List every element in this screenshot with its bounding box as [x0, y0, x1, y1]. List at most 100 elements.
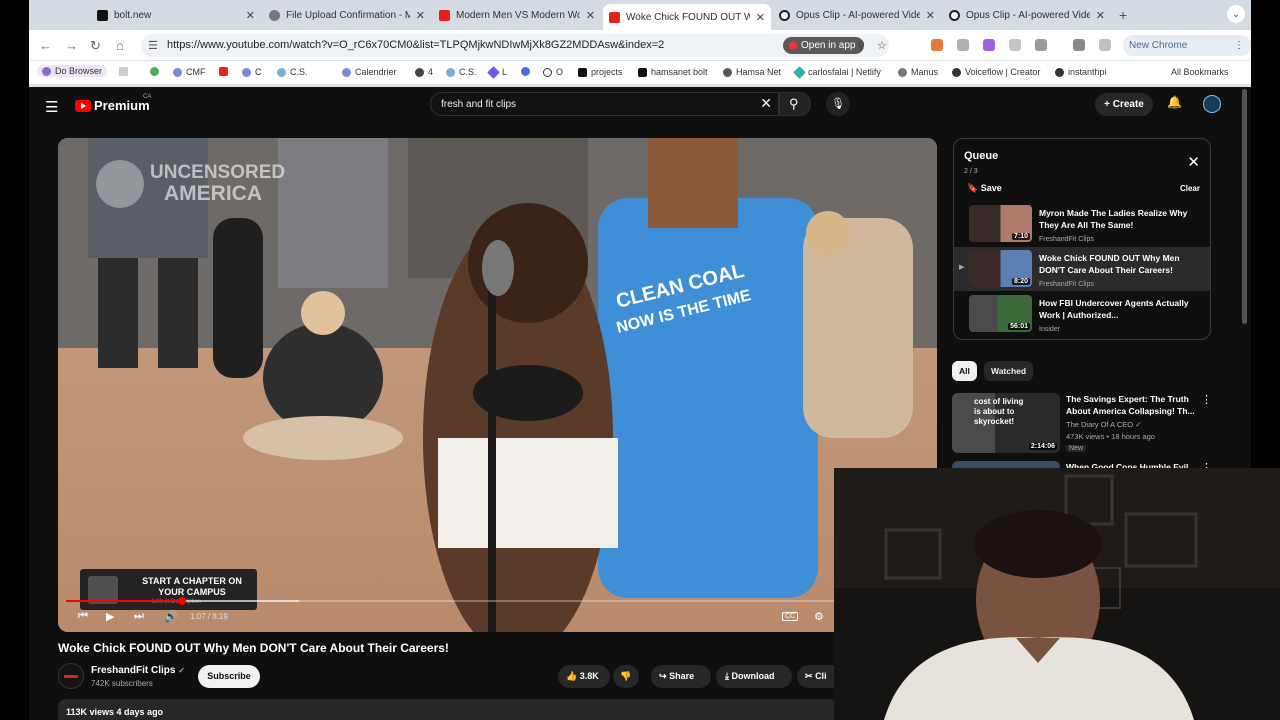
scrubber-handle[interactable]	[177, 597, 186, 605]
media-controls-icon[interactable]	[1073, 39, 1085, 51]
close-icon[interactable]: ✕	[756, 11, 765, 24]
tab-file-upload[interactable]: File Upload Confirmation - Ma ✕	[263, 4, 431, 26]
new-chrome-available-button[interactable]: New Chrome available⋮	[1123, 35, 1251, 72]
tab-opus-clip-1[interactable]: Opus Clip - AI-powered Video ✕	[773, 4, 941, 26]
page-scrollbar[interactable]	[1242, 89, 1247, 324]
bookmark-do-browser[interactable]: Do Browser	[37, 65, 108, 77]
like-button[interactable]: 👍 3.8K	[558, 665, 610, 688]
bookmark-cs-1[interactable]: C.S.	[277, 67, 308, 77]
bookmark-cmf[interactable]: CMF	[173, 67, 206, 77]
voice-search-icon[interactable]: 🎙	[826, 92, 850, 116]
search-button[interactable]: ⚲	[779, 92, 811, 116]
download-button[interactable]: ⤓ Download	[716, 665, 792, 688]
save-queue-button[interactable]: 🔖 Save	[967, 183, 1002, 194]
progress-bar[interactable]	[66, 597, 929, 605]
account-avatar[interactable]	[1203, 95, 1221, 113]
tab-title: Modern Men VS Modern Wom	[456, 9, 580, 21]
settings-gear-icon[interactable]: ⚙	[814, 610, 824, 623]
menu-dots-icon[interactable]: ⋮	[1234, 35, 1244, 56]
profile-icon[interactable]	[1099, 39, 1111, 51]
bookmark-hamsanet-bolt[interactable]: hamsanet bolt	[638, 67, 708, 77]
queue-item[interactable]: 56:01 How FBI Undercover Agents Actually…	[954, 292, 1210, 336]
home-icon[interactable]: ⌂	[116, 38, 124, 53]
zoom-icon[interactable]: ⚲	[857, 39, 865, 52]
youtube-premium-logo[interactable]: Premium CA	[75, 94, 151, 113]
video-player[interactable]: CLEAN COAL NOW IS THE TIME UNCENSORED AM…	[58, 138, 937, 632]
bookmark-grid[interactable]	[119, 67, 132, 76]
bookmark-cs-2[interactable]: C.S.	[446, 67, 477, 77]
chip-watched[interactable]: Watched	[984, 361, 1034, 381]
bookmark-voiceflow[interactable]: Voiceflow | Creator	[952, 67, 1040, 77]
bookmark-instanthpi[interactable]: instanthpi	[1055, 67, 1107, 77]
dislike-button[interactable]: 👎	[613, 665, 639, 688]
open-in-app-button[interactable]: Open in app	[783, 37, 864, 54]
tab-opus-clip-2[interactable]: Opus Clip - AI-powered Video ✕	[943, 4, 1111, 26]
extension-b-icon[interactable]	[983, 39, 995, 51]
close-icon[interactable]: ✕	[926, 9, 935, 22]
back-icon[interactable]: ←	[39, 38, 52, 53]
recommendation-item[interactable]: cost of living is about to skyrocket! 2:…	[952, 393, 1251, 457]
extension-shield-icon[interactable]	[1009, 39, 1021, 51]
share-button[interactable]: ↪ Share	[651, 665, 711, 688]
close-queue-icon[interactable]: ✕	[1187, 153, 1200, 171]
channel-name[interactable]: FreshandFit Clips ✓	[91, 665, 185, 676]
bookmark-label: projects	[591, 67, 623, 77]
queue-item[interactable]: 7:10 Myron Made The Ladies Realize Why T…	[954, 202, 1210, 246]
forward-icon[interactable]: →	[65, 38, 78, 53]
clear-search-icon[interactable]: ✕	[760, 95, 772, 112]
bystander-legs	[158, 258, 198, 368]
bookmark-calendrier[interactable]: Calendrier	[342, 67, 397, 77]
close-icon[interactable]: ✕	[1096, 9, 1105, 22]
like-count: 3.8K	[579, 671, 599, 681]
description-box[interactable]: 113K views 4 days ago	[58, 699, 838, 720]
bookmark-o[interactable]: O	[543, 67, 563, 77]
tab-bolt[interactable]: bolt.new ✕	[91, 4, 261, 26]
bookmark-hamsa-net[interactable]: Hamsa Net	[723, 67, 781, 77]
tab-modern-men[interactable]: Modern Men VS Modern Wom ✕	[433, 4, 601, 26]
share-label: Share	[669, 671, 695, 681]
close-icon[interactable]: ✕	[416, 9, 425, 22]
previous-icon[interactable]: ⏮	[78, 610, 88, 623]
new-tab-icon[interactable]: +	[1119, 7, 1127, 23]
extensions-puzzle-icon[interactable]	[1035, 39, 1047, 51]
bookmark-icon	[277, 67, 286, 77]
tab-woke-chick[interactable]: Woke Chick FOUND OUT Wh ✕	[603, 4, 771, 30]
site-info-icon[interactable]: ☰	[148, 39, 158, 52]
tab-search-icon[interactable]: ⌄	[1227, 5, 1245, 23]
clip-button[interactable]: ✂ Cli	[797, 665, 837, 688]
subscribe-button[interactable]: Subscribe	[198, 665, 260, 688]
play-icon[interactable]: ▶	[106, 610, 114, 623]
volume-icon[interactable]: 🔊	[164, 610, 178, 623]
recommendation-title: The Savings Expert: The Truth About Amer…	[1066, 394, 1195, 416]
extension-fox-icon[interactable]	[931, 39, 943, 51]
address-bar[interactable]: ☰ https://www.youtube.com/watch?v=O_rC6x…	[141, 34, 889, 57]
search-box[interactable]: fresh and fit clips ✕	[430, 92, 779, 116]
reload-icon[interactable]: ↻	[90, 38, 101, 54]
notifications-bell-icon[interactable]: 🔔	[1167, 95, 1182, 109]
create-button[interactable]: + Create	[1095, 93, 1153, 116]
extension-send-icon[interactable]	[957, 39, 969, 51]
close-icon[interactable]: ✕	[246, 9, 255, 22]
more-actions-icon[interactable]: ⋮	[1201, 393, 1212, 406]
close-icon[interactable]: ✕	[586, 9, 595, 22]
clear-queue-button[interactable]: Clear	[1180, 184, 1200, 193]
bookmark-1[interactable]	[150, 67, 163, 76]
chapter-promo-card[interactable]: START A CHAPTER ON YOUR CAMPUS Link in D…	[80, 569, 257, 610]
bookmark-star-icon[interactable]: ☆	[877, 39, 887, 52]
bookmark-cloud[interactable]	[521, 67, 534, 76]
channel-avatar[interactable]	[58, 663, 84, 689]
bookmark-manus[interactable]: Manus	[898, 67, 938, 77]
captions-icon[interactable]: CC	[782, 612, 799, 621]
chip-all[interactable]: All	[952, 361, 977, 381]
bookmark-c[interactable]: C	[242, 67, 262, 77]
bookmark-l[interactable]: L	[487, 65, 507, 79]
search-input[interactable]: fresh and fit clips	[441, 99, 516, 110]
bookmark-4[interactable]: 4	[415, 67, 433, 77]
bookmark-projects[interactable]: projects	[578, 67, 623, 77]
next-icon[interactable]: ⏭	[134, 610, 144, 623]
bookmark-youtube[interactable]	[219, 67, 232, 76]
all-bookmarks-button[interactable]: All Bookmarks	[1171, 67, 1229, 77]
queue-item-current[interactable]: ▶ 8:20 Woke Chick FOUND OUT Why Men DON'…	[954, 247, 1210, 291]
bookmark-netlify[interactable]: carlosfalai | Netlify	[793, 65, 881, 79]
menu-icon[interactable]: ☰	[45, 98, 58, 116]
